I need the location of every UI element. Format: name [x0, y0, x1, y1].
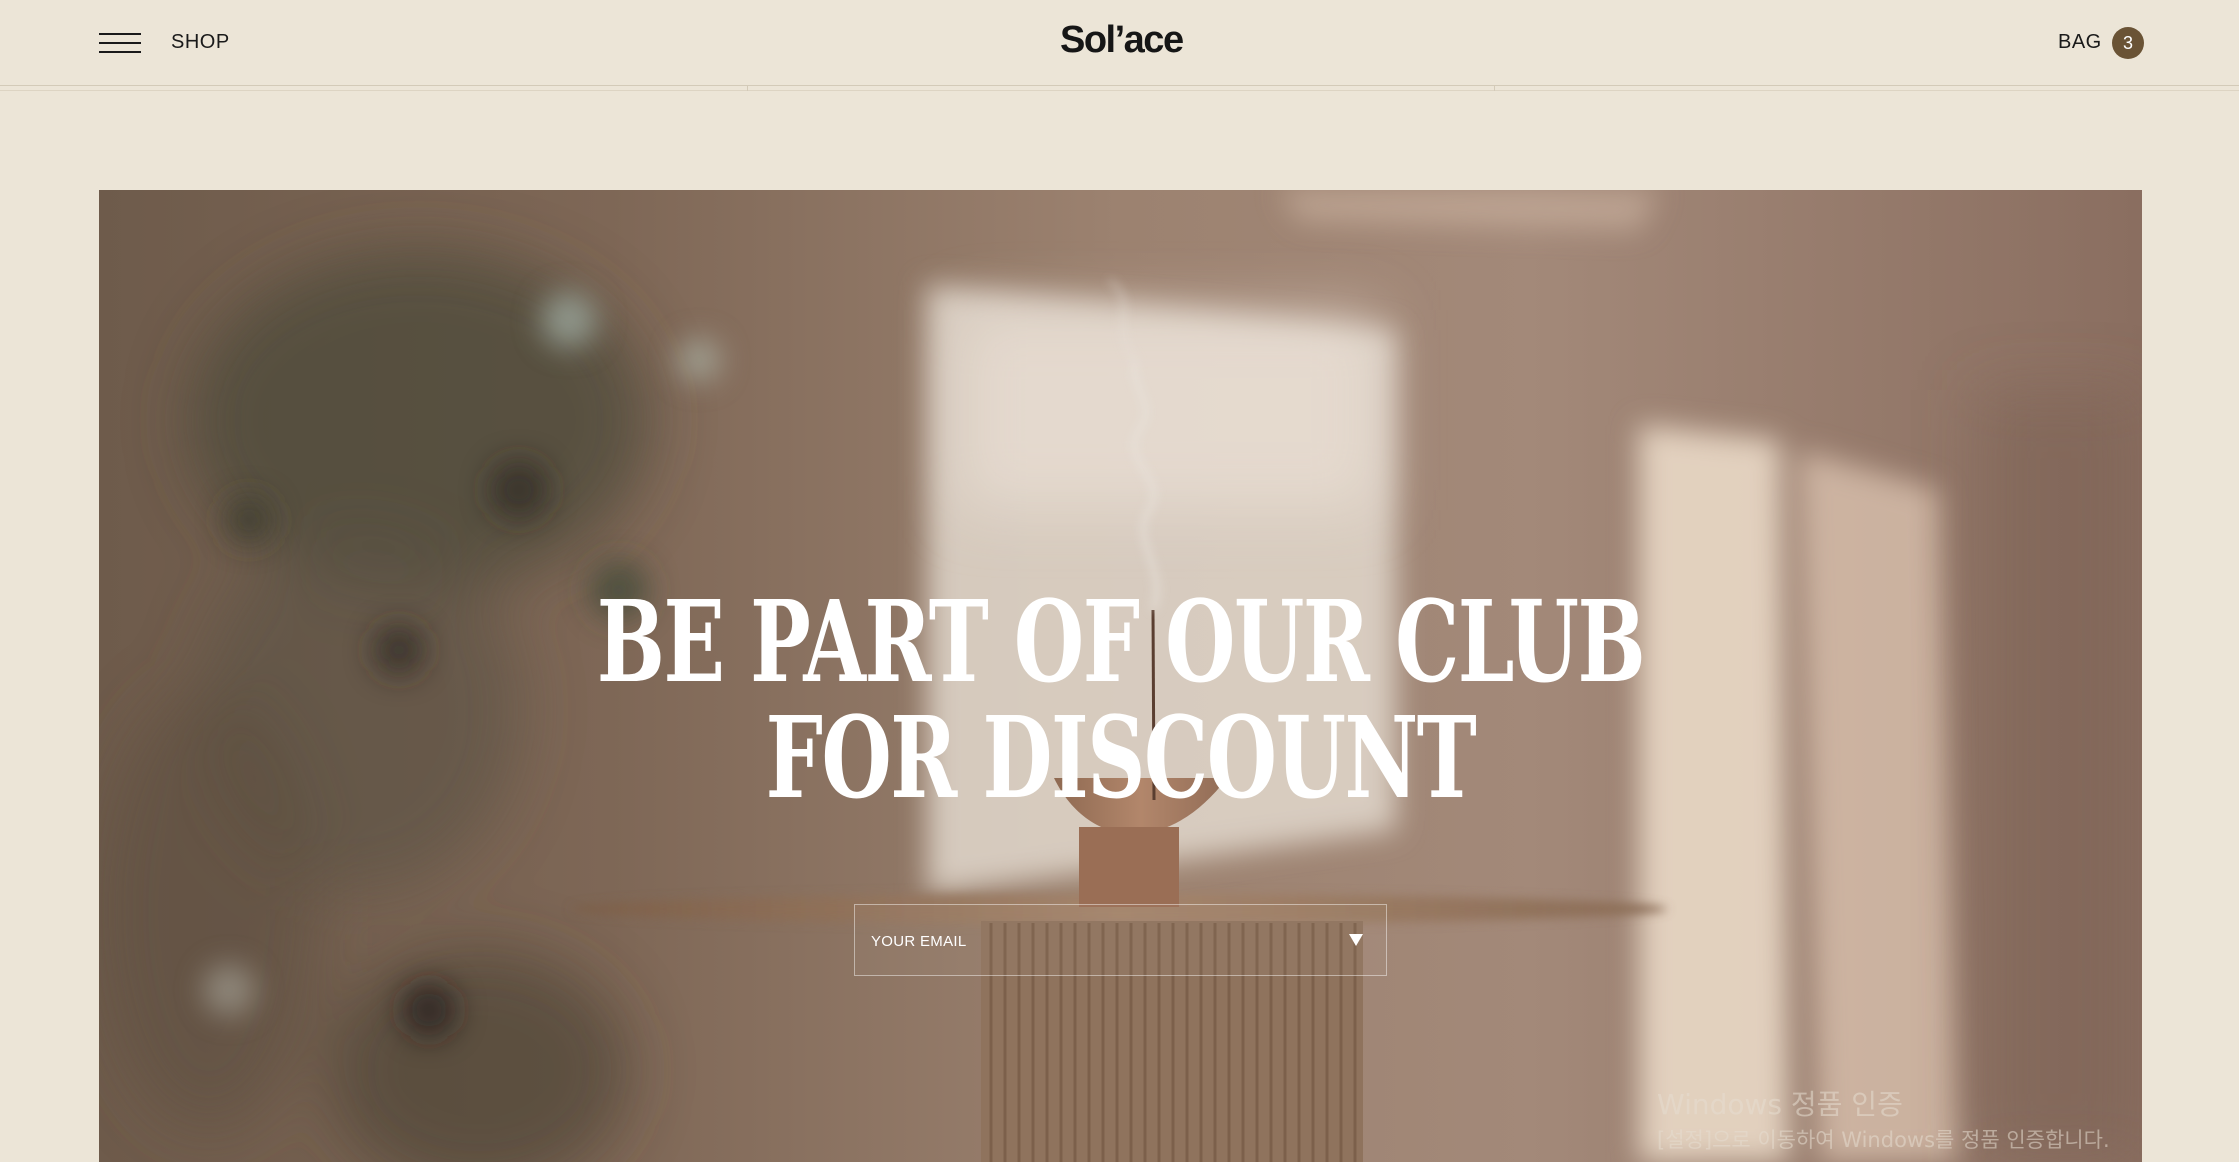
header-divider-tick — [1494, 86, 1495, 91]
windows-activation-title: Windows 정품 인증 — [1657, 1088, 1903, 1121]
header-divider — [0, 90, 2239, 91]
email-subscribe-field[interactable] — [854, 904, 1387, 976]
bag-link[interactable]: BAG — [2058, 31, 2102, 54]
site-header: SHOP Sol’ace BAG 3 — [0, 0, 2239, 86]
newsletter-hero: BE PART OF OUR CLUB FOR DISCOUNT — [99, 190, 2142, 1162]
brand-logo[interactable]: Sol’ace — [1060, 19, 1184, 62]
hamburger-menu-icon[interactable] — [99, 33, 141, 53]
bag-count-badge[interactable]: 3 — [2112, 27, 2144, 59]
header-divider-tick — [747, 86, 748, 91]
email-input[interactable] — [871, 929, 1331, 953]
shop-link[interactable]: SHOP — [171, 31, 230, 54]
windows-activation-subtitle: [설정]으로 이동하여 Windows를 정품 인증합니다. — [1657, 1128, 2110, 1152]
hero-title: BE PART OF OUR CLUB FOR DISCOUNT — [596, 577, 1646, 824]
submit-arrow-icon[interactable] — [1343, 927, 1369, 953]
